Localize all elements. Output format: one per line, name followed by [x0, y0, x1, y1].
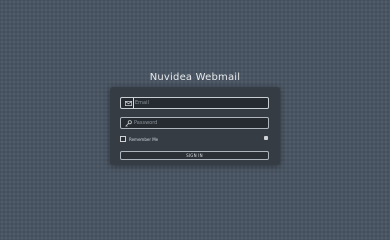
- email-input[interactable]: [133, 98, 268, 108]
- email-field[interactable]: [120, 97, 269, 109]
- login-panel: Remember Me SIGN IN: [110, 87, 280, 165]
- sign-in-button[interactable]: SIGN IN: [120, 151, 269, 160]
- remember-me-label: Remember Me: [129, 136, 159, 142]
- envelope-icon: [123, 98, 133, 108]
- remember-me[interactable]: Remember Me: [120, 136, 158, 142]
- app-title: Nuvidea Webmail: [149, 72, 241, 83]
- help-icon[interactable]: [264, 136, 268, 140]
- password-input[interactable]: [133, 118, 268, 128]
- password-field[interactable]: [120, 117, 269, 129]
- remember-me-checkbox[interactable]: [120, 136, 126, 142]
- key-icon: [123, 118, 133, 128]
